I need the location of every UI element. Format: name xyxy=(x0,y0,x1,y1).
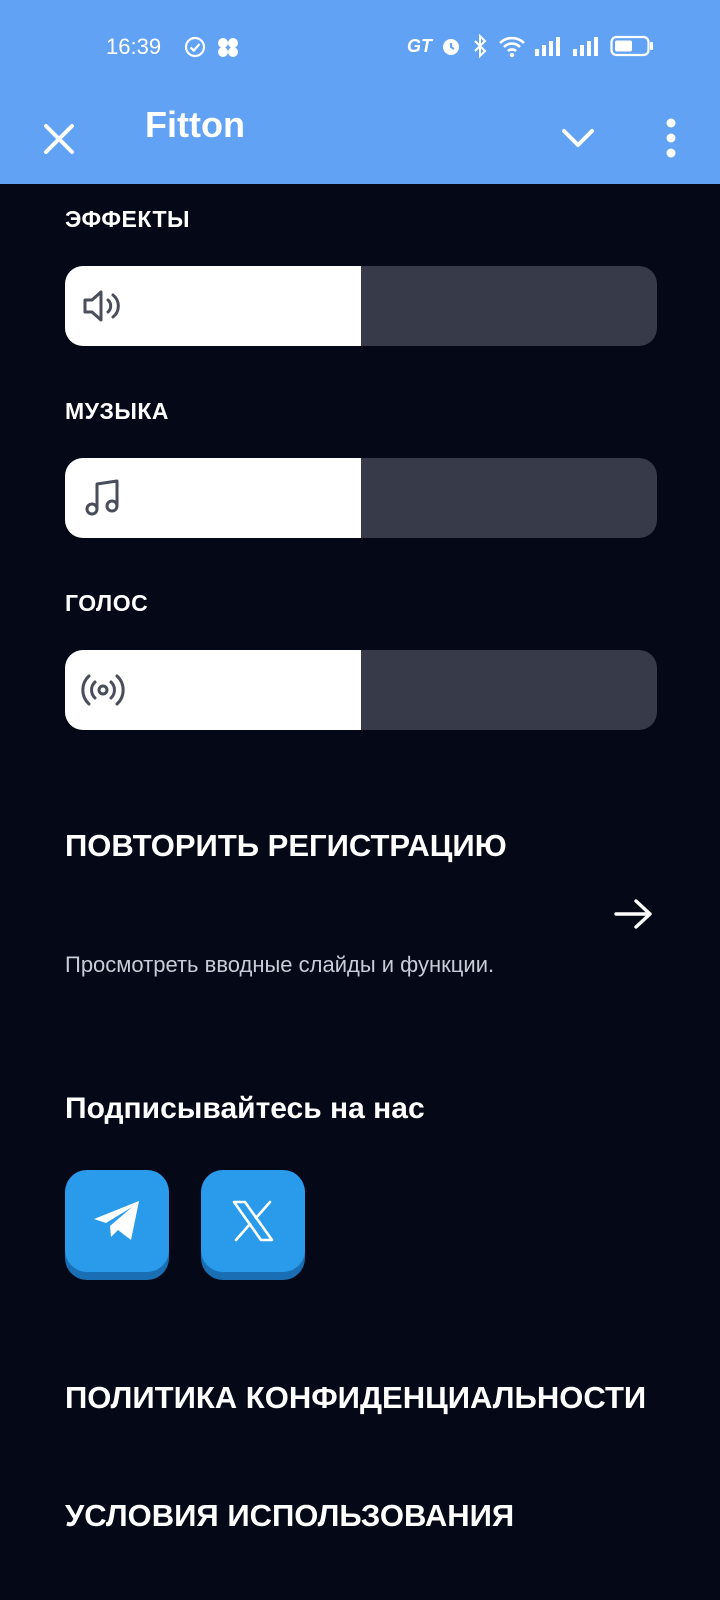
close-icon xyxy=(44,124,74,154)
music-note-icon xyxy=(85,479,119,516)
bluetooth-icon xyxy=(474,34,487,58)
repeat-registration-title[interactable]: ПОВТОРИТЬ РЕГИСТРАЦИЮ xyxy=(65,822,525,869)
repeat-registration-button[interactable] xyxy=(612,896,656,932)
close-button[interactable] xyxy=(38,118,80,160)
music-slider[interactable] xyxy=(65,458,657,538)
alarm-icon xyxy=(443,39,459,55)
arrow-right-icon xyxy=(614,899,652,929)
privacy-policy-link[interactable]: ПОЛИТИКА КОНФИДЕНЦИАЛЬНОСТИ xyxy=(65,1380,646,1416)
x-button[interactable] xyxy=(201,1170,305,1272)
battery-icon xyxy=(610,35,653,57)
terms-of-use-link[interactable]: УСЛОВИЯ ИСПОЛЬЗОВАНИЯ xyxy=(65,1498,514,1534)
repeat-registration-description: Просмотреть вводные слайды и функции. xyxy=(65,952,495,977)
x-icon xyxy=(232,1200,274,1242)
chevron-down-icon xyxy=(562,129,594,147)
app-title: Fitton xyxy=(145,104,245,145)
speaker-icon xyxy=(83,290,120,322)
follow-us-title: Подписывайтесь на нас xyxy=(65,1092,425,1125)
more-options-button[interactable] xyxy=(656,114,686,162)
status-bar: 16:39 GT xyxy=(0,0,720,96)
music-label: МУЗЫКА xyxy=(65,398,170,424)
status-time: 16:39 xyxy=(106,34,162,59)
voice-slider[interactable] xyxy=(65,650,657,730)
effects-label: ЭФФЕКТЫ xyxy=(65,206,191,232)
voice-label: ГОЛОС xyxy=(65,590,149,616)
signal-icon xyxy=(573,37,598,56)
expand-button[interactable] xyxy=(558,118,598,158)
signal-icon xyxy=(535,37,560,56)
telegram-button[interactable] xyxy=(65,1170,169,1272)
wifi-icon xyxy=(499,36,525,58)
telegram-icon xyxy=(94,1201,139,1240)
broadcast-icon xyxy=(81,674,125,706)
app-bar xyxy=(0,96,720,184)
app-cluster-icon xyxy=(218,38,238,57)
gt-indicator: GT xyxy=(407,35,432,56)
check-circle-icon xyxy=(184,36,206,58)
effects-slider[interactable] xyxy=(65,266,657,346)
more-vertical-icon xyxy=(666,118,676,158)
